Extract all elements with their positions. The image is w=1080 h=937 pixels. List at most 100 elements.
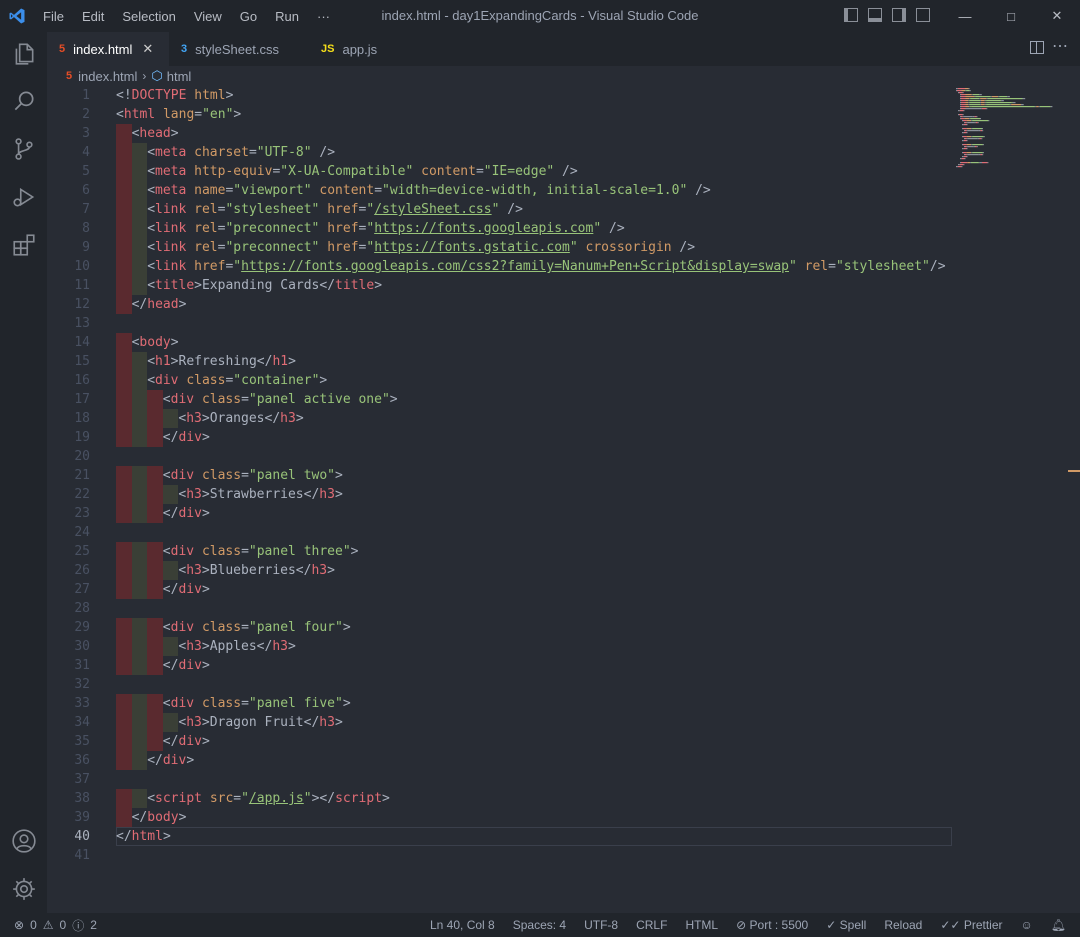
source-control-icon[interactable] xyxy=(11,136,37,162)
language-mode[interactable]: HTML xyxy=(685,918,718,932)
code-line[interactable]: 34 <h3>Dragon Fruit</h3> xyxy=(47,713,1080,732)
line-number: 40 xyxy=(74,829,90,844)
indent-guide xyxy=(116,485,132,504)
account-icon[interactable] xyxy=(11,828,37,854)
minimap-token xyxy=(985,100,987,102)
line-number: 18 xyxy=(74,411,90,426)
code-line[interactable]: 8 <link rel="preconnect" href="https://fo… xyxy=(47,219,1080,238)
code-line[interactable]: 23 </div> xyxy=(47,504,1080,523)
toggle-panel-icon[interactable] xyxy=(868,8,882,22)
minimap[interactable] xyxy=(954,86,1074,176)
code-line[interactable]: 20 xyxy=(47,447,1080,466)
live-server-port[interactable]: ⊘ Port : 5500 xyxy=(736,918,808,932)
code-line[interactable]: 14 <body> xyxy=(47,333,1080,352)
breadcrumb-element[interactable]: html xyxy=(167,69,192,84)
minimap-token xyxy=(975,146,977,148)
code-line[interactable]: 11 <title>Expanding Cards</title> xyxy=(47,276,1080,295)
more-actions-icon[interactable]: ⋯ xyxy=(1052,36,1068,56)
minimap-token xyxy=(969,102,980,104)
settings-gear-icon[interactable] xyxy=(11,876,37,902)
toggle-secondary-sidebar-icon[interactable] xyxy=(892,8,906,22)
code-line[interactable]: 12 </head> xyxy=(47,295,1080,314)
feedback-icon[interactable]: ☺ xyxy=(1021,918,1033,932)
menu-selection[interactable]: Selection xyxy=(113,9,184,24)
indentation[interactable]: Spaces: 4 xyxy=(513,918,566,932)
toggle-primary-sidebar-icon[interactable] xyxy=(844,8,858,22)
code-line[interactable]: 5 <meta http-equiv="X-UA-Compatible" cont… xyxy=(47,162,1080,181)
menu-view[interactable]: View xyxy=(185,9,231,24)
code-line[interactable]: 28 xyxy=(47,599,1080,618)
code-line[interactable]: 26 <h3>Blueberries</h3> xyxy=(47,561,1080,580)
code-line[interactable]: 27 </div> xyxy=(47,580,1080,599)
code-line[interactable]: 2 <html lang="en"> xyxy=(47,105,1080,124)
cursor-position[interactable]: Ln 40, Col 8 xyxy=(430,918,495,932)
minimap-token xyxy=(1001,100,1004,102)
code-line[interactable]: 6 <meta name="viewport" content="width=de… xyxy=(47,181,1080,200)
code-line[interactable]: 24 xyxy=(47,523,1080,542)
code-line[interactable]: 7 <link rel="stylesheet" href="/styleShee… xyxy=(47,200,1080,219)
code-line[interactable]: 39 </body> xyxy=(47,808,1080,827)
close-icon[interactable]: ✕ xyxy=(1034,0,1080,32)
menu-go[interactable]: Go xyxy=(231,9,266,24)
line-endings[interactable]: CRLF xyxy=(636,918,667,932)
problems-indicator[interactable]: ⊗ 0 ⚠ 0 ⓘ 2 xyxy=(14,913,97,937)
tab-app-js[interactable]: JS app.js xyxy=(309,32,409,66)
code-line[interactable]: 22 <h3>Strawberries</h3> xyxy=(47,485,1080,504)
menu-file[interactable]: File xyxy=(34,9,73,24)
indent-guide xyxy=(131,162,148,181)
breadcrumb-file[interactable]: index.html xyxy=(78,69,137,84)
code-line[interactable]: 40 </html> xyxy=(47,827,1080,846)
code-line[interactable]: 9 <link rel="preconnect" href="https://fo… xyxy=(47,238,1080,257)
explorer-icon[interactable] xyxy=(11,41,37,67)
split-editor-icon[interactable] xyxy=(1030,41,1044,54)
spell-check[interactable]: ✓ Spell xyxy=(826,918,866,932)
code-line[interactable]: 1 <!DOCTYPE html> xyxy=(47,86,1080,105)
search-icon[interactable] xyxy=(11,88,37,114)
notifications-bell-icon[interactable]: 🔔︎ xyxy=(1051,918,1066,932)
code-line[interactable]: 21 <div class="panel two"> xyxy=(47,466,1080,485)
tab-index-html[interactable]: 5 index.html ✕ xyxy=(47,32,169,66)
code-line[interactable]: 18 <h3>Oranges</h3> xyxy=(47,409,1080,428)
code-line[interactable]: 17 <div class="panel active one"> xyxy=(47,390,1080,409)
code-line[interactable]: 37 xyxy=(47,770,1080,789)
code-line[interactable]: 25 <div class="panel three"> xyxy=(47,542,1080,561)
code-line[interactable]: 13 xyxy=(47,314,1080,333)
code-line[interactable]: 30 <h3>Apples</h3> xyxy=(47,637,1080,656)
code-line[interactable]: 36 </div> xyxy=(47,751,1080,770)
prettier-status[interactable]: ✓✓ Prettier xyxy=(940,918,1002,932)
html5-icon: 5 xyxy=(66,70,73,82)
line-number: 39 xyxy=(74,810,90,825)
code-line[interactable]: 35 </div> xyxy=(47,732,1080,751)
encoding[interactable]: UTF-8 xyxy=(584,918,618,932)
code-line[interactable]: 38 <script src="/app.js"></script> xyxy=(47,789,1080,808)
code-line[interactable]: 31 </div> xyxy=(47,656,1080,675)
menu-more[interactable]: ··· xyxy=(308,9,339,24)
code-line[interactable]: 3 <head> xyxy=(47,124,1080,143)
extensions-icon[interactable] xyxy=(11,232,37,258)
customize-layout-icon[interactable] xyxy=(916,8,930,22)
code-line[interactable]: 32 xyxy=(47,675,1080,694)
code-line[interactable]: 16 <div class="container"> xyxy=(47,371,1080,390)
minimap-token xyxy=(971,144,973,146)
reload-button[interactable]: Reload xyxy=(884,918,922,932)
tab-label: styleSheet.css xyxy=(195,41,279,57)
menu-edit[interactable]: Edit xyxy=(73,9,113,24)
code-line[interactable]: 33 <div class="panel five"> xyxy=(47,694,1080,713)
tab-stylesheet-css[interactable]: 3 styleSheet.css xyxy=(169,32,309,66)
code-line[interactable]: 41 xyxy=(47,846,1080,865)
minimize-icon[interactable]: — xyxy=(942,0,988,32)
info-icon: ⓘ xyxy=(72,918,85,933)
code-line[interactable]: 10 <link href="https://fonts.googleapis.c… xyxy=(47,257,1080,276)
run-debug-icon[interactable] xyxy=(11,184,37,210)
code-line[interactable]: 29 <div class="panel four"> xyxy=(47,618,1080,637)
code-editor[interactable]: 1 <!DOCTYPE html> 2 <html lang="en"> 3 <head>… xyxy=(47,86,1080,913)
tab-close-icon[interactable]: ✕ xyxy=(142,41,153,57)
code-line[interactable]: 4 <meta charset="UTF-8" /> xyxy=(47,143,1080,162)
code-text: </div> xyxy=(162,506,210,521)
menu-run[interactable]: Run xyxy=(266,9,308,24)
code-line[interactable]: 19 </div> xyxy=(47,428,1080,447)
minimap-token xyxy=(970,98,980,100)
code-line[interactable]: 15 <h1>Refreshing</h1> xyxy=(47,352,1080,371)
maximize-icon[interactable]: □ xyxy=(988,0,1034,32)
line-number: 13 xyxy=(74,316,90,331)
